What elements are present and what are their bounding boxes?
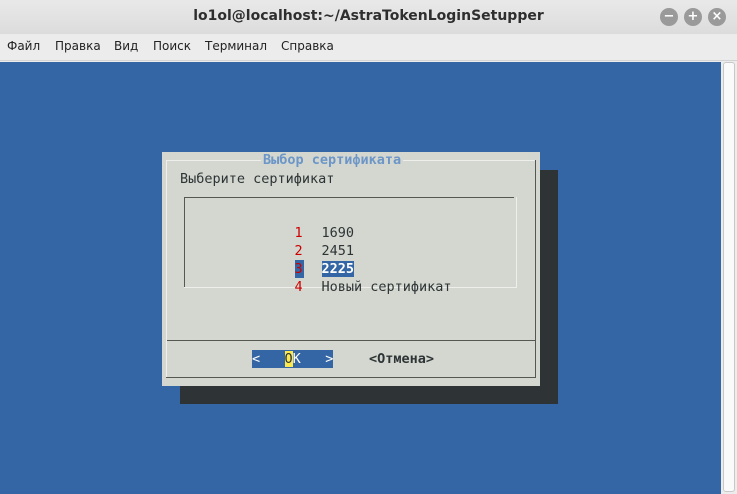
list-item[interactable]: 4 Новый сертификат [262, 260, 452, 295]
dialog-frame-bottom [166, 377, 536, 378]
dialog-frame-right [535, 160, 536, 378]
menubar: Файл Правка Вид Поиск Терминал Справка [0, 34, 737, 61]
ok-left-bracket: < [252, 351, 261, 367]
window-title: lo1ol@localhost:~/AstraTokenLoginSetuppe… [193, 8, 544, 24]
menu-terminal[interactable]: Терминал [205, 39, 267, 53]
minimize-icon[interactable]: − [660, 8, 678, 26]
window-titlebar[interactable]: lo1ol@localhost:~/AstraTokenLoginSetuppe… [0, 0, 737, 34]
ok-right-bracket: > [325, 351, 334, 367]
certificate-dialog: Выбор сертификата Выберите сертификат 11… [162, 152, 540, 386]
dialog-frame-left [166, 160, 167, 378]
close-icon[interactable]: × [708, 8, 726, 26]
menu-file[interactable]: Файл [7, 39, 40, 53]
ok-hotkey: O [284, 351, 293, 367]
button-separator [167, 340, 535, 341]
item-number: 4 [294, 279, 303, 295]
scrollbar-thumb[interactable] [723, 62, 735, 492]
menu-search[interactable]: Поиск [153, 39, 191, 53]
list-frame-right [516, 197, 517, 287]
dialog-prompt: Выберите сертификат [180, 171, 335, 187]
menu-view[interactable]: Вид [114, 39, 138, 53]
ok-label-rest: K [292, 351, 301, 367]
cancel-button[interactable]: <Отмена> [369, 350, 434, 368]
menu-edit[interactable]: Правка [55, 39, 101, 53]
terminal-scrollbar[interactable] [721, 62, 737, 494]
maximize-icon[interactable]: + [684, 8, 702, 26]
item-label: Новый сертификат [321, 279, 452, 295]
list-frame-top [184, 197, 514, 198]
list-item-selected[interactable]: 3 2225 [262, 242, 355, 278]
menu-help[interactable]: Справка [281, 39, 334, 53]
ok-button[interactable]: < OK > [252, 350, 334, 368]
list-item[interactable]: 1 1690 [262, 206, 355, 241]
list-frame-left [184, 197, 185, 287]
dialog-title: Выбор сертификата [261, 152, 404, 168]
list-item[interactable]: 2 2451 [262, 224, 355, 259]
